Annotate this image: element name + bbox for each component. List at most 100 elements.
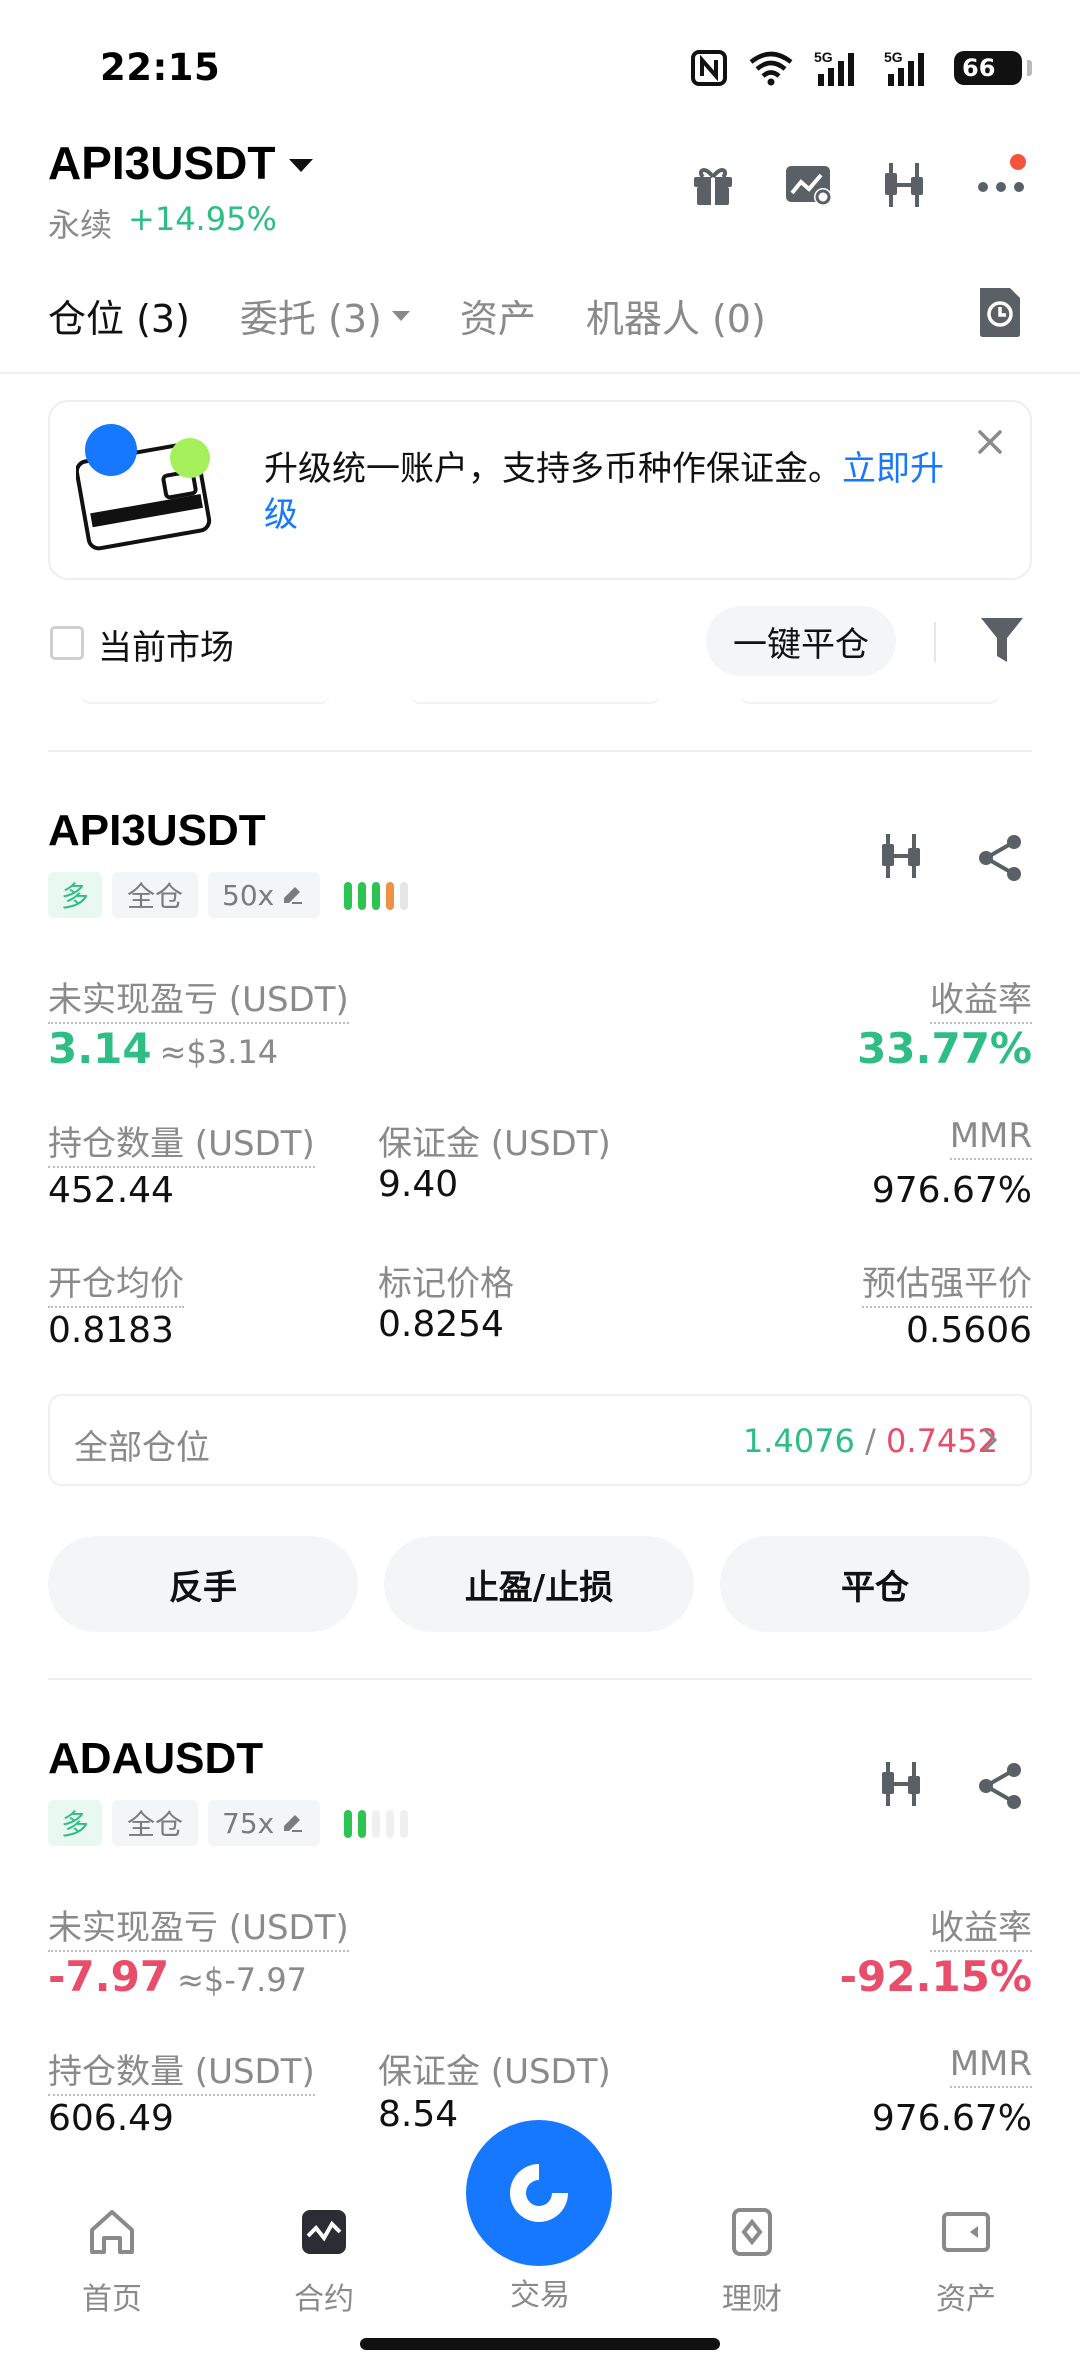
more-icon xyxy=(978,182,1024,192)
battery-indicator: 66 xyxy=(954,51,1032,85)
notification-dot xyxy=(1010,154,1026,170)
risk-bars xyxy=(344,882,408,910)
position-chart-button[interactable] xyxy=(878,832,934,888)
unrealized-pnl-value: 3.14 ≈$3.14 xyxy=(48,1024,279,1073)
current-market-label: 当前市场 xyxy=(98,628,234,668)
tabs-divider xyxy=(0,372,1080,374)
home-icon xyxy=(90,2210,134,2254)
size-label[interactable]: 持仓数量 (USDT) xyxy=(48,1124,315,1168)
roe-value: -92.15% xyxy=(839,1952,1032,2001)
symbol-title: API3USDT xyxy=(48,137,276,189)
earn-icon xyxy=(732,2208,772,2256)
share-button[interactable] xyxy=(974,832,1030,888)
section-divider xyxy=(48,1678,1032,1680)
unrealized-pnl-value: -7.97 ≈$-7.97 xyxy=(48,1952,308,2001)
nav-home[interactable]: 首页 xyxy=(42,2206,182,2318)
vertical-divider xyxy=(934,622,936,662)
tab-orders[interactable]: 委托 (3) xyxy=(240,288,410,343)
share-button[interactable] xyxy=(974,1760,1030,1816)
symbol-selector[interactable]: API3USDT xyxy=(48,136,314,190)
scrolled-chip xyxy=(740,694,1000,704)
candlestick-button[interactable] xyxy=(878,158,932,212)
current-market-checkbox[interactable] xyxy=(50,626,84,660)
position-symbol[interactable]: API3USDT xyxy=(48,806,266,856)
position-chart-button[interactable] xyxy=(878,1760,934,1816)
roe-value: 33.77% xyxy=(857,1024,1032,1073)
position-symbol[interactable]: ADAUSDT xyxy=(48,1734,263,1784)
nav-assets[interactable]: 资产 xyxy=(896,2206,1036,2318)
share-icon xyxy=(979,1763,1021,1809)
nav-earn-label: 理财 xyxy=(722,2282,782,2317)
size-value: 452.44 xyxy=(48,1170,174,1211)
section-divider xyxy=(48,750,1032,752)
banner-text: 升级统一账户，支持多币种作保证金。 xyxy=(264,449,842,489)
risk-bars xyxy=(344,1810,408,1838)
margin-mode-tag: 全仓 xyxy=(112,872,198,918)
tpsl-button[interactable]: 止盈/止损 xyxy=(384,1536,694,1632)
edit-icon xyxy=(284,1815,303,1832)
mmr-label[interactable]: MMR xyxy=(949,1116,1032,1160)
all-positions-long: 1.4076 xyxy=(742,1422,855,1460)
entry-price-value: 0.8183 xyxy=(48,1310,174,1351)
size-label[interactable]: 持仓数量 (USDT) xyxy=(48,2052,315,2096)
more-button[interactable] xyxy=(974,154,1028,212)
roe-label[interactable]: 收益率 xyxy=(930,1908,1032,1952)
nav-futures[interactable]: 合约 xyxy=(254,2206,394,2318)
unrealized-pnl-label[interactable]: 未实现盈亏 (USDT) xyxy=(48,1908,349,1952)
nav-earn[interactable]: 理财 xyxy=(682,2206,822,2318)
tab-bots[interactable]: 机器人 (0) xyxy=(586,288,766,343)
symbol-subtitle: 永续 +14.95% xyxy=(48,200,277,246)
banner-close-button[interactable] xyxy=(972,424,1008,460)
banner-message: 升级统一账户，支持多币种作保证金。立即升级 xyxy=(264,446,974,538)
close-all-button[interactable]: 一键平仓 xyxy=(706,606,896,676)
side-tag: 多 xyxy=(48,872,102,918)
leverage-tag[interactable]: 50x xyxy=(208,872,320,918)
liq-price-label[interactable]: 预估强平价 xyxy=(862,1264,1032,1308)
contract-type: 永续 xyxy=(48,206,113,244)
chevron-down-icon xyxy=(391,310,410,321)
candlestick-icon xyxy=(885,163,923,207)
price-change: +14.95% xyxy=(128,200,277,238)
gift-button[interactable] xyxy=(686,158,740,212)
leverage-tag[interactable]: 75x xyxy=(208,1800,320,1846)
signal-5g-icon-2: 5G xyxy=(884,49,924,86)
unrealized-pnl-usd: ≈$3.14 xyxy=(159,1033,279,1071)
scrolled-chip xyxy=(410,694,660,704)
close-icon xyxy=(978,430,1002,454)
nav-assets-label: 资产 xyxy=(936,2282,996,2317)
chevron-right-icon xyxy=(983,1428,998,1452)
margin-value: 8.54 xyxy=(378,2094,459,2135)
close-position-button[interactable]: 平仓 xyxy=(720,1536,1030,1632)
all-positions-separator: / xyxy=(865,1422,876,1460)
mark-price-label: 标记价格 xyxy=(378,1264,514,1304)
svg-text:5G: 5G xyxy=(814,49,833,65)
tab-positions[interactable]: 仓位 (3) xyxy=(48,288,190,343)
mmr-label[interactable]: MMR xyxy=(949,2044,1032,2088)
history-button[interactable] xyxy=(974,284,1026,340)
status-icons: 5G 5G 66 xyxy=(690,48,1032,88)
svg-text:5G: 5G xyxy=(884,49,903,65)
candlestick-icon xyxy=(882,1762,920,1806)
nav-trade[interactable]: 交易 xyxy=(470,2206,610,2314)
share-icon xyxy=(979,835,1021,881)
scrolled-chip xyxy=(80,694,330,704)
mark-price-value: 0.8254 xyxy=(378,1304,504,1345)
status-time: 22:15 xyxy=(100,46,221,89)
nfc-icon xyxy=(691,50,727,86)
chart-settings-icon xyxy=(786,166,832,206)
unrealized-pnl-label[interactable]: 未实现盈亏 (USDT) xyxy=(48,980,349,1024)
reverse-button[interactable]: 反手 xyxy=(48,1536,358,1632)
chart-settings-button[interactable] xyxy=(782,158,836,212)
roe-label[interactable]: 收益率 xyxy=(930,980,1032,1024)
entry-price-label[interactable]: 开仓均价 xyxy=(48,1264,184,1308)
unrealized-pnl-usd: ≈$-7.97 xyxy=(177,1961,308,1999)
futures-icon xyxy=(302,2210,346,2254)
tab-assets[interactable]: 资产 xyxy=(460,288,536,343)
filter-button[interactable] xyxy=(978,614,1026,666)
side-tag: 多 xyxy=(48,1800,102,1846)
all-positions-label: 全部仓位 xyxy=(74,1428,210,1468)
signal-5g-icon: 5G xyxy=(814,49,854,86)
mmr-value: 976.67% xyxy=(871,1170,1032,1211)
mmr-value: 976.67% xyxy=(871,2098,1032,2139)
margin-value: 9.40 xyxy=(378,1164,459,1205)
